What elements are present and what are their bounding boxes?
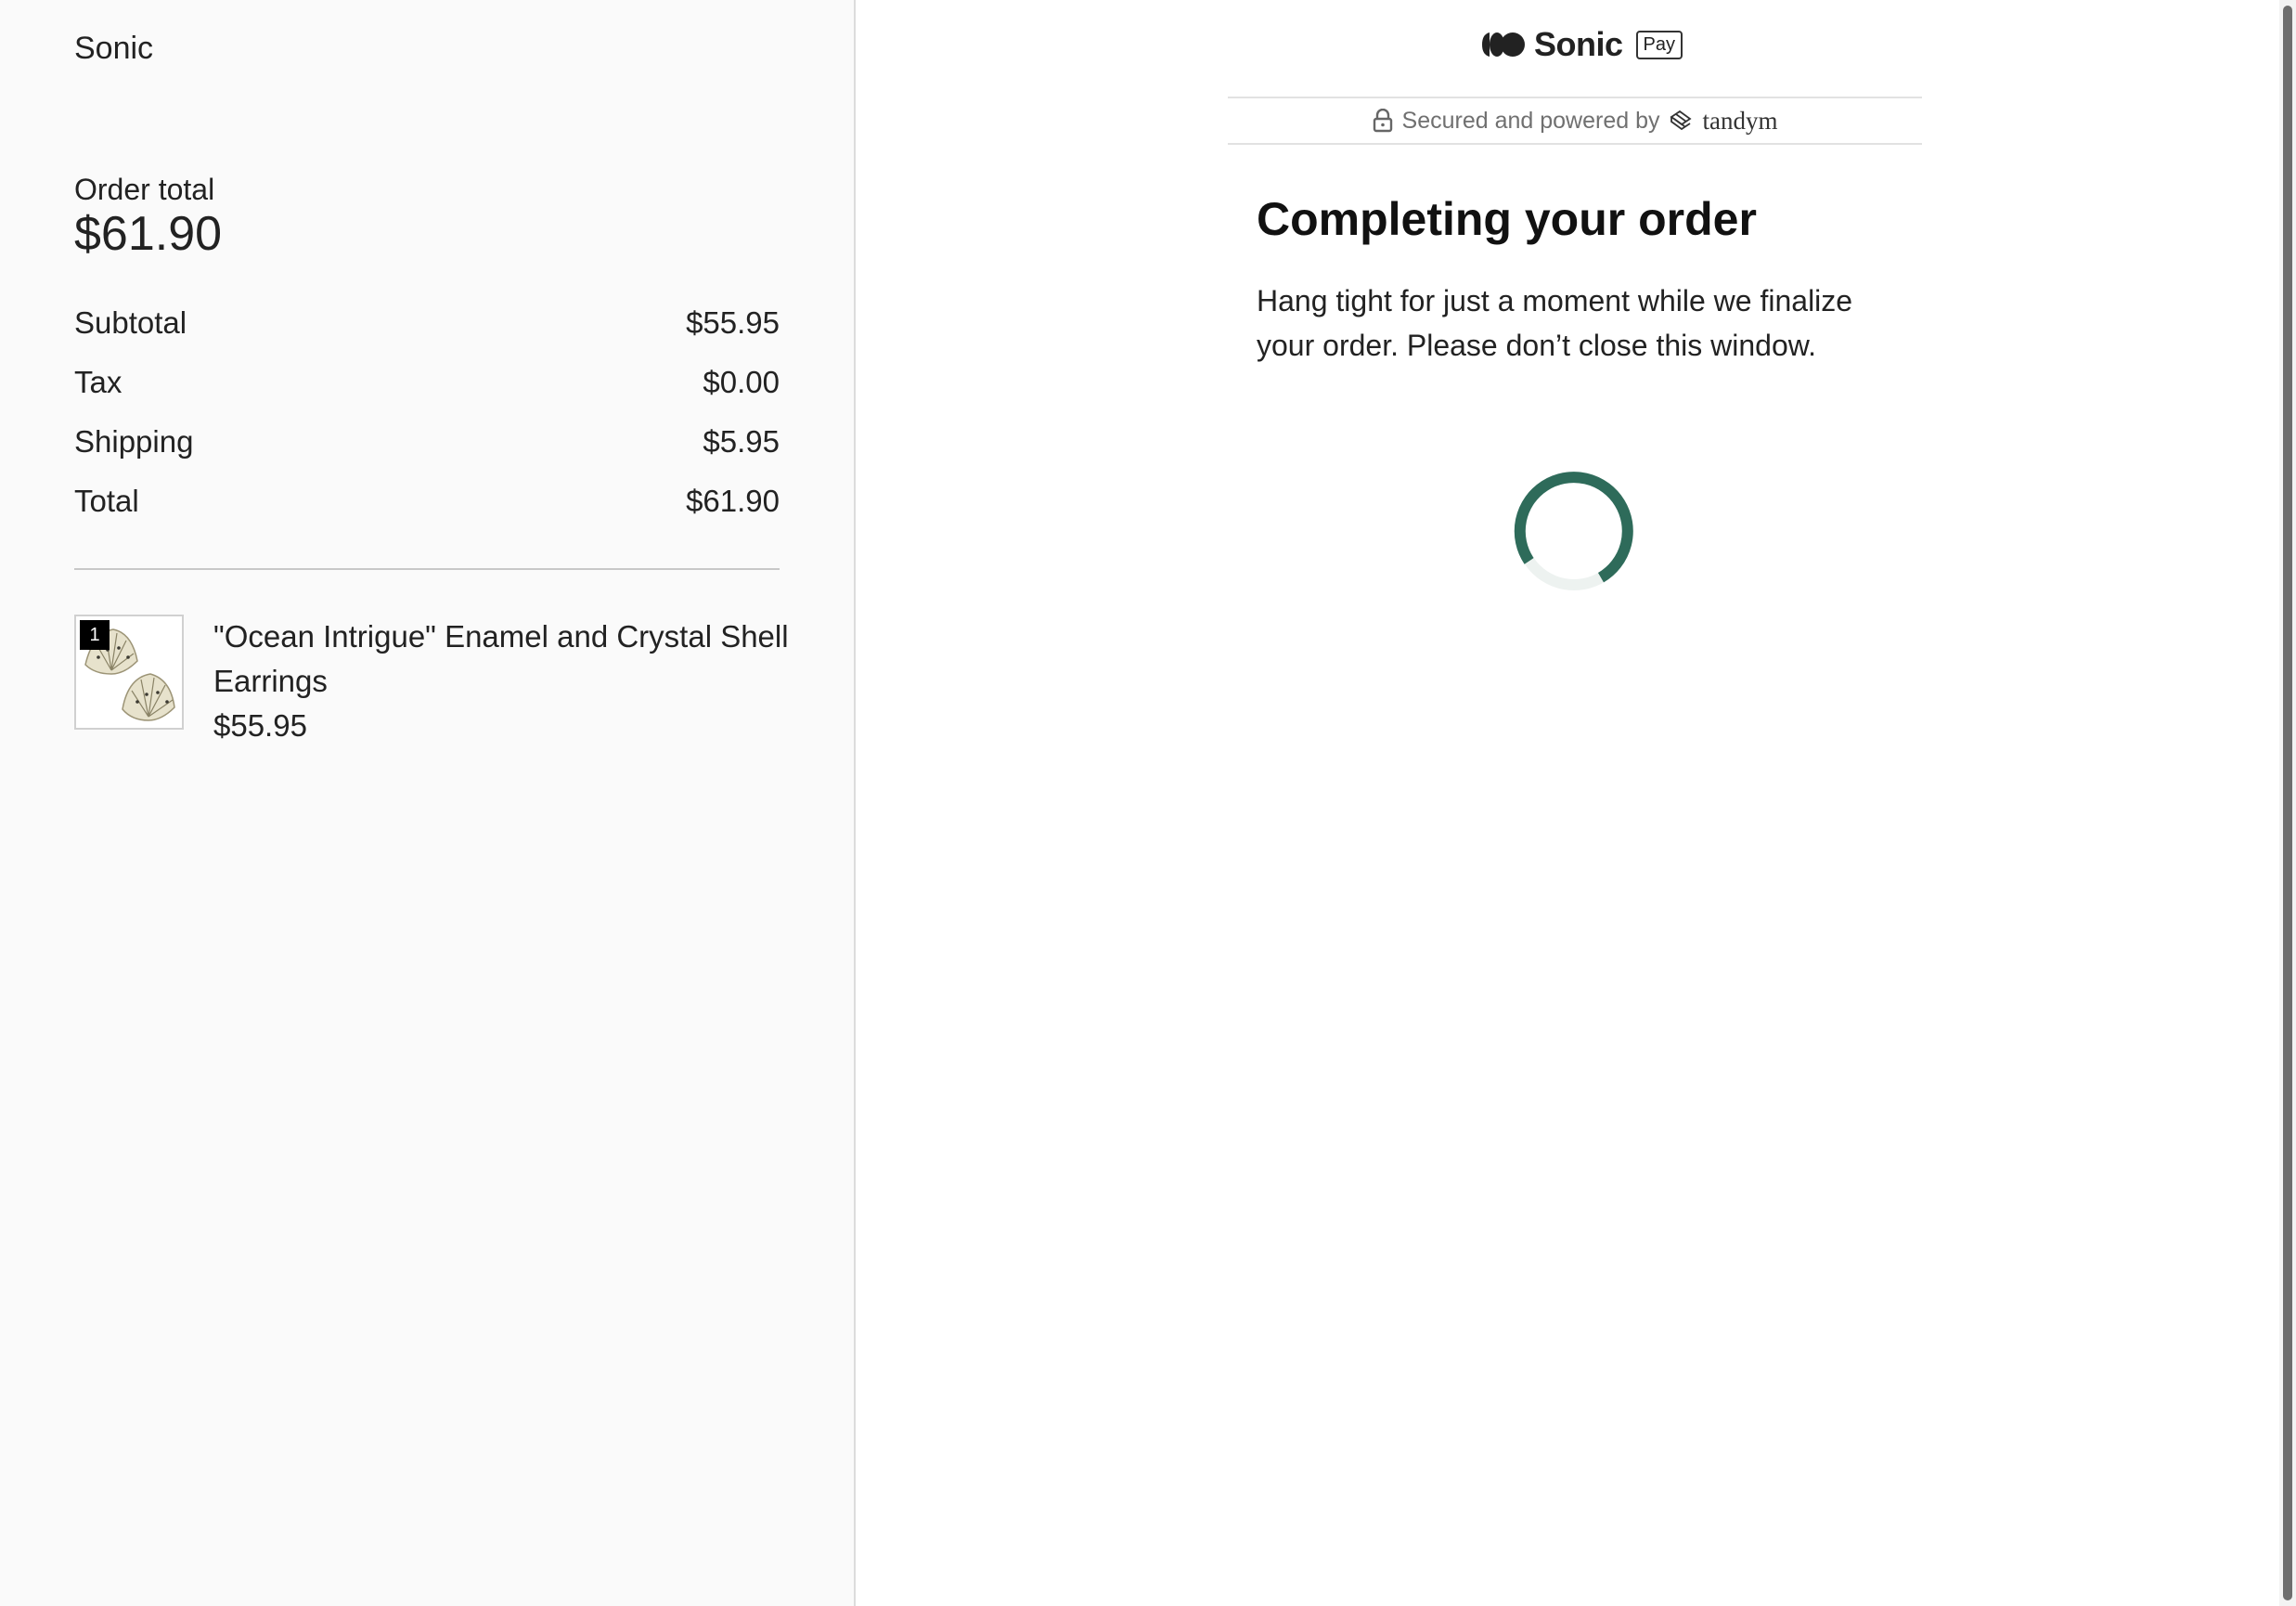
secure-text: Secured and powered by [1401,107,1660,134]
order-summary-panel: Sonic Order total $61.90 Subtotal $55.95… [0,0,856,1606]
loading-spinner-icon [1514,472,1633,590]
product-price: $55.95 [213,708,307,743]
tandym-logo-icon [1670,110,1693,131]
summary-row-shipping: Shipping $5.95 [74,421,780,462]
status-message: Hang tight for just a moment while we fi… [1257,284,1853,362]
provider-name: tandym [1702,106,1778,135]
pay-badge: Pay [1635,30,1683,59]
page-title: Completing your order [1257,193,1757,245]
scrollbar-thumb[interactable] [2283,6,2292,1600]
quantity-badge: 1 [80,620,110,650]
summary-value: $5.95 [703,424,780,459]
summary-label: Total [74,484,139,518]
sonic-logo-icon [1482,32,1525,57]
summary-row-tax: Tax $0.00 [74,362,780,403]
store-name: Sonic [74,31,154,66]
sonic-pay-brand: Sonic Pay [1480,22,1683,67]
summary-label: Shipping [74,424,194,459]
product-thumbnail: 1 [74,615,184,730]
summary-value: $61.90 [686,484,780,518]
summary-label: Subtotal [74,305,187,340]
secure-bar: Secured and powered by tandym [1228,97,1922,145]
product-name: "Ocean Intrigue" Enamel and Crystal Shel… [213,619,789,698]
summary-label: Tax [74,365,123,399]
order-total-value: $61.90 [74,207,223,261]
summary-divider [74,568,780,570]
summary-value: $55.95 [686,305,780,340]
summary-row-total: Total $61.90 [74,481,780,522]
summary-value: $0.00 [703,365,780,399]
brand-name: Sonic [1534,25,1623,63]
page-scrollbar[interactable] [2279,0,2296,1606]
lock-icon [1373,109,1392,133]
order-total-label: Order total [74,173,215,206]
summary-row-subtotal: Subtotal $55.95 [74,303,780,343]
